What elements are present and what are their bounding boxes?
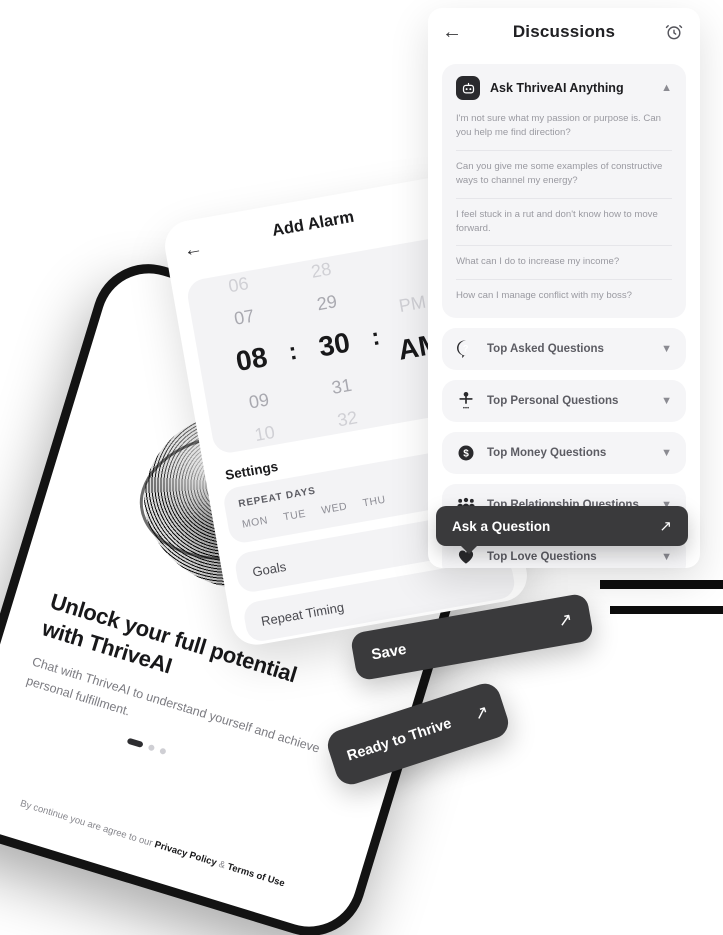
person-icon	[456, 391, 476, 411]
accordion-top-money-questions[interactable]: $ Top Money Questions ▼	[442, 432, 686, 475]
ask-a-question-button[interactable]: Ask a Question ↗	[436, 506, 688, 554]
chevron-down-icon[interactable]: ▼	[661, 343, 672, 355]
day-chip-thu[interactable]: THU	[362, 494, 387, 510]
accordion-top-personal-questions[interactable]: Top Personal Questions ▼	[442, 380, 686, 423]
screenshot-root: Unlock your full potential with ThriveAI…	[0, 0, 723, 935]
day-chip-mon[interactable]: MON	[241, 514, 269, 530]
svg-text:$: $	[463, 449, 469, 460]
page-dot[interactable]	[159, 747, 167, 756]
legal-prefix: By continue you are agree to our	[18, 798, 157, 850]
chevron-down-icon[interactable]: ▼	[661, 551, 672, 563]
dollar-icon: $	[456, 443, 476, 463]
time-separator-2: :	[369, 323, 382, 352]
privacy-policy-link[interactable]: Privacy Policy	[153, 839, 218, 868]
discussions-header: ← Discussions	[428, 8, 700, 56]
terms-of-use-link[interactable]: Terms of Use	[226, 861, 286, 889]
robot-icon	[456, 76, 480, 100]
ask-thriveai-header[interactable]: Ask ThriveAI Anything ▲	[456, 76, 672, 100]
hour-column[interactable]: 06 07 08 09 10	[205, 263, 298, 455]
ask-a-question-label: Ask a Question	[452, 518, 551, 534]
list-item[interactable]: I'm not sure what my passion or purpose …	[456, 108, 672, 150]
save-button-label: Save	[370, 640, 408, 664]
page-title: Discussions	[512, 22, 616, 41]
arrow-up-right-icon: ↗	[556, 609, 575, 631]
suggested-questions-list: I'm not sure what my passion or purpose …	[456, 108, 672, 312]
decorative-bar-top	[600, 580, 723, 589]
arrow-up-right-icon: ↗	[471, 701, 492, 725]
svg-text:?: ?	[463, 344, 469, 354]
chevron-down-icon[interactable]: ▼	[661, 447, 672, 459]
list-item[interactable]: Can you give me some examples of constru…	[456, 149, 672, 198]
arrow-up-right-icon: ↗	[659, 518, 672, 535]
ready-to-thrive-label: Ready to Thrive	[345, 715, 454, 765]
legal-text: By continue you are agree to our Privacy…	[0, 791, 307, 899]
page-indicator[interactable]	[126, 737, 167, 756]
discussions-panel: ← Discussions Ask ThriveAI Anything ▲ I'…	[428, 8, 700, 568]
chevron-down-icon[interactable]: ▼	[661, 395, 672, 407]
question-mark-icon: ?	[456, 339, 476, 359]
decorative-bar-bottom	[610, 606, 723, 614]
minute-column[interactable]: 28 29 30 31 32	[288, 249, 381, 442]
page-dot[interactable]	[147, 744, 156, 752]
accordion-label: Top Money Questions	[487, 447, 607, 460]
page-dot-active[interactable]	[126, 737, 144, 749]
list-item[interactable]: I feel stuck in a rut and don't know how…	[456, 197, 672, 246]
ask-thriveai-title: Ask ThriveAI Anything	[490, 81, 624, 95]
day-chip-wed[interactable]: WED	[320, 500, 348, 516]
day-chip-tue[interactable]: TUE	[282, 508, 306, 524]
accordion-label: Top Personal Questions	[487, 395, 619, 408]
list-item[interactable]: What can I do to increase my income?	[456, 245, 672, 278]
alarm-clock-icon[interactable]	[664, 22, 684, 42]
accordion-top-asked-questions[interactable]: ? Top Asked Questions ▼	[442, 328, 686, 371]
ask-thriveai-card[interactable]: Ask ThriveAI Anything ▲ I'm not sure wha…	[442, 64, 686, 319]
chevron-up-icon[interactable]: ▲	[661, 82, 672, 94]
time-separator: :	[286, 337, 300, 366]
accordion-label: Top Asked Questions	[487, 343, 604, 356]
list-item[interactable]: How can I manage conflict with my boss?	[456, 278, 672, 312]
accordion-label: Top Love Questions	[487, 551, 597, 564]
